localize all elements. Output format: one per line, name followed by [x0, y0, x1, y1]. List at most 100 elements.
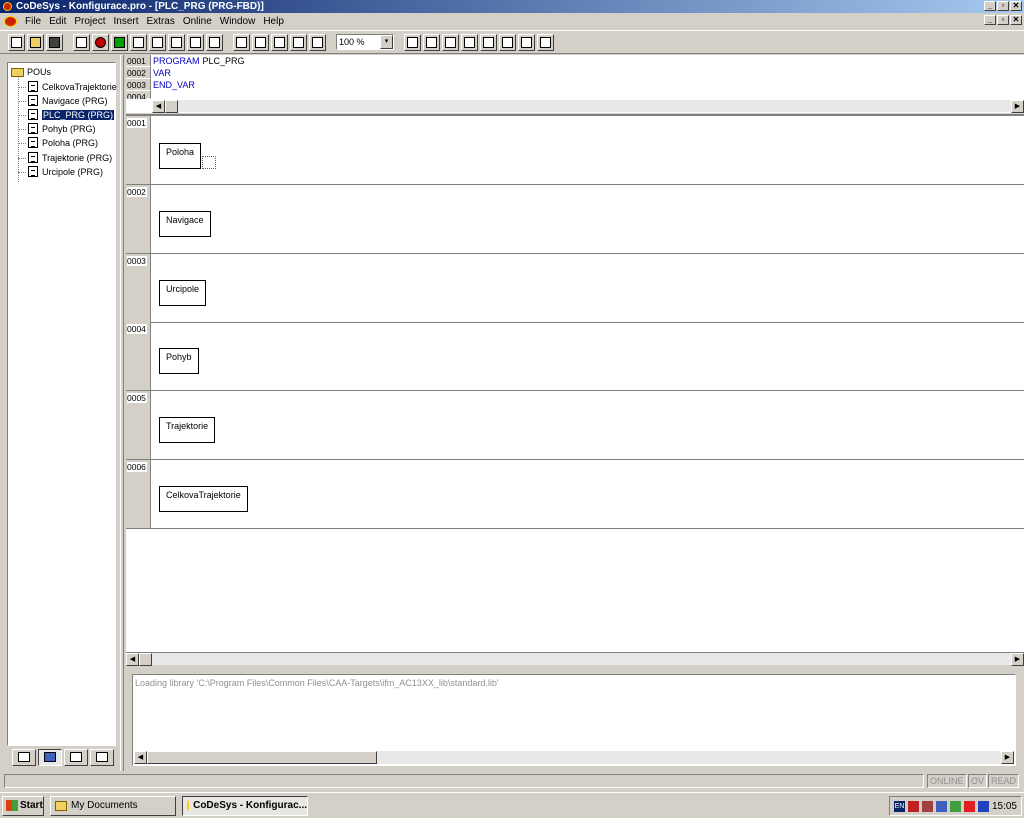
function-block-celkovatrajektorie[interactable]: CelkovaTrajektorie: [159, 486, 248, 512]
fbd-horizontal-scrollbar[interactable]: ◀ ▶: [126, 652, 1024, 666]
network-0004[interactable]: 0004 Pohyb: [126, 322, 1024, 391]
copy-icon[interactable]: [252, 33, 269, 51]
antivirus-tray-icon[interactable]: [949, 800, 961, 812]
menu-edit[interactable]: Edit: [45, 15, 70, 29]
tree-item-celkovatrajektorie[interactable]: CelkovaTrajektorie: [18, 81, 117, 92]
cut-icon[interactable]: [233, 33, 250, 51]
tab-data-types-icon[interactable]: [38, 748, 62, 766]
panel-splitter[interactable]: [120, 55, 124, 771]
scroll-thumb[interactable]: [165, 100, 178, 113]
scroll-right-icon[interactable]: ▶: [1011, 653, 1024, 666]
function-block-pohyb[interactable]: Pohyb: [159, 348, 199, 374]
network-0003[interactable]: 0003 Urcipole: [126, 254, 1024, 323]
network-number: 0005: [126, 391, 151, 459]
tree-item-urcipole[interactable]: Urcipole (PRG): [18, 166, 103, 177]
status-overwrite: OV: [968, 774, 988, 788]
menu-online[interactable]: Online: [179, 15, 216, 29]
chevron-down-icon[interactable]: ▾: [380, 35, 393, 49]
function-block-poloha[interactable]: Poloha: [159, 143, 202, 169]
fbd-editor[interactable]: 0001 Poloha 0002 Navigace 0003 Urcipole …: [126, 116, 1024, 653]
close-button[interactable]: ✕: [1010, 1, 1022, 11]
start-button[interactable]: Start: [2, 795, 44, 816]
monitor-tray-icon[interactable]: [977, 800, 989, 812]
scroll-thumb[interactable]: [147, 751, 377, 764]
tab-resources-icon[interactable]: [90, 748, 114, 766]
scroll-left-icon[interactable]: ◀: [126, 653, 139, 666]
document-restore-button[interactable]: ▫: [997, 15, 1009, 25]
message-window[interactable]: Loading library 'C:\Program Files\Common…: [132, 674, 1016, 766]
menu-extras[interactable]: Extras: [143, 15, 179, 29]
restore-button[interactable]: ▫: [997, 1, 1009, 11]
task-codesys[interactable]: CoDeSys - Konfigurac...: [182, 795, 308, 816]
menu-help[interactable]: Help: [259, 15, 288, 29]
document-minimize-button[interactable]: _: [984, 15, 996, 25]
menu-project[interactable]: Project: [70, 15, 109, 29]
tab-visualizations-icon[interactable]: [64, 748, 88, 766]
force-values-icon[interactable]: [206, 33, 223, 51]
tree-item-trajektorie[interactable]: Trajektorie (PRG): [18, 152, 112, 163]
acrobat-tray-icon[interactable]: [907, 800, 919, 812]
declaration-editor[interactable]: 0001 PROGRAM PLC_PRG 0002 VAR 0003 END_V…: [126, 55, 1024, 115]
scroll-track[interactable]: [178, 100, 1011, 112]
tree-item-poloha[interactable]: Poloha (PRG): [18, 137, 98, 148]
pou-document-icon: [28, 95, 38, 106]
insert-jump-icon[interactable]: [461, 33, 478, 51]
tree-item-label: Pohyb (PRG): [42, 123, 96, 134]
step-over-icon[interactable]: [130, 33, 147, 51]
find-icon[interactable]: [290, 33, 307, 51]
function-block-trajektorie[interactable]: Trajektorie: [159, 417, 216, 443]
network-0001[interactable]: 0001 Poloha: [126, 116, 1024, 185]
insert-return-icon[interactable]: [480, 33, 497, 51]
norton-tray-icon[interactable]: [963, 800, 975, 812]
function-block-urcipole[interactable]: Urcipole: [159, 280, 207, 306]
tree-root-pous[interactable]: POUs: [11, 67, 51, 77]
language-indicator[interactable]: EN: [893, 800, 905, 812]
network-0002[interactable]: 0002 Navigace: [126, 185, 1024, 254]
insert-assignment-icon[interactable]: [442, 33, 459, 51]
scroll-left-icon[interactable]: ◀: [134, 751, 147, 764]
minimize-button[interactable]: _: [984, 1, 996, 11]
network-0005[interactable]: 0005 Trajektorie: [126, 391, 1024, 460]
document-close-button[interactable]: ✕: [1010, 15, 1022, 25]
scroll-right-icon[interactable]: ▶: [1011, 100, 1024, 113]
save-icon[interactable]: [46, 33, 63, 51]
scroll-track[interactable]: [152, 653, 1011, 665]
tree-item-pohyb[interactable]: Pohyb (PRG): [18, 123, 96, 134]
open-folder-icon[interactable]: [27, 33, 44, 51]
insert-box-icon[interactable]: [423, 33, 440, 51]
network-0006[interactable]: 0006 CelkovaTrajektorie: [126, 460, 1024, 529]
paste-icon[interactable]: [271, 33, 288, 51]
scroll-left-icon[interactable]: ◀: [152, 100, 165, 113]
volume-tray-icon[interactable]: [935, 800, 947, 812]
zoom-select[interactable]: 100 % ▾: [336, 34, 394, 50]
single-cycle-icon[interactable]: [168, 33, 185, 51]
block-selection-marker[interactable]: [202, 156, 216, 169]
tab-pous-icon[interactable]: [12, 748, 36, 766]
tree-item-plc-prg[interactable]: PLC_PRG (PRG): [18, 109, 115, 120]
negate-icon[interactable]: [537, 33, 554, 51]
find-next-icon[interactable]: [309, 33, 326, 51]
scroll-thumb[interactable]: [139, 653, 152, 666]
insert-network-icon[interactable]: [404, 33, 421, 51]
step-in-icon[interactable]: [149, 33, 166, 51]
scroll-right-icon[interactable]: ▶: [1001, 751, 1014, 764]
declaration-horizontal-scrollbar[interactable]: ◀ ▶: [152, 99, 1024, 113]
function-block-navigace[interactable]: Navigace: [159, 211, 211, 237]
stop-icon[interactable]: [92, 33, 109, 51]
message-horizontal-scrollbar[interactable]: ◀ ▶: [134, 751, 1014, 764]
document-system-icon[interactable]: [4, 16, 17, 27]
insert-output-icon[interactable]: [518, 33, 535, 51]
run-icon[interactable]: [111, 33, 128, 51]
menu-insert[interactable]: Insert: [109, 15, 142, 29]
write-values-icon[interactable]: [187, 33, 204, 51]
network-tray-icon[interactable]: [921, 800, 933, 812]
new-file-icon[interactable]: [8, 33, 25, 51]
keyword: END_VAR: [153, 80, 195, 90]
login-icon[interactable]: [73, 33, 90, 51]
tree-item-navigace[interactable]: Navigace (PRG): [18, 95, 108, 106]
scroll-track[interactable]: [377, 751, 1001, 764]
menu-file[interactable]: File: [21, 15, 45, 29]
task-my-documents[interactable]: My Documents: [50, 795, 176, 816]
insert-input-icon[interactable]: [499, 33, 516, 51]
menu-window[interactable]: Window: [216, 15, 260, 29]
